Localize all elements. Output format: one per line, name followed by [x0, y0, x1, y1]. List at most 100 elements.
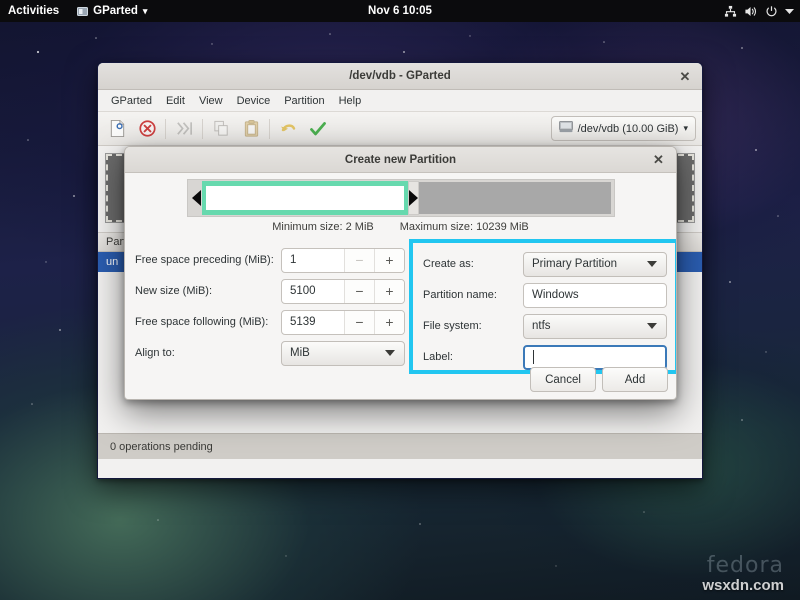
partition-options-highlight: Create as: Primary Partition Partition n…: [409, 239, 676, 374]
toolbar-separator: [269, 118, 270, 139]
fedora-watermark: fedora: [706, 553, 784, 578]
free-space-following-input[interactable]: 5139: [282, 311, 344, 334]
toolbar-separator: [165, 118, 166, 139]
field-label: Create as:: [423, 258, 474, 270]
size-limits: Minimum size: 2 MiB Maximum size: 10239 …: [125, 221, 676, 233]
chevron-down-icon: [647, 323, 657, 329]
field-file-system: File system: ntfs: [423, 311, 667, 341]
new-size-stepper[interactable]: 5100 − +: [281, 278, 405, 304]
cancel-button[interactable]: Cancel: [530, 367, 596, 392]
create-as-value: Primary Partition: [532, 258, 617, 270]
chevron-down-icon: ▾: [683, 123, 688, 133]
add-button[interactable]: Add: [602, 367, 668, 392]
apply-icon[interactable]: [303, 115, 333, 143]
network-wired-icon[interactable]: [724, 5, 737, 18]
menu-device[interactable]: Device: [230, 93, 278, 109]
free-space-preceding-stepper[interactable]: 1 − +: [281, 247, 405, 273]
top-bar-status-area[interactable]: [724, 0, 794, 22]
table-cell-partition: un: [106, 256, 119, 268]
close-icon[interactable]: ✕: [677, 68, 693, 84]
free-space-preceding-input[interactable]: 1: [282, 249, 344, 272]
text-caret: [533, 350, 534, 364]
device-selector-value: /dev/vdb (10.00 GiB): [577, 122, 679, 135]
app-menu-button[interactable]: GParted ▾: [69, 5, 155, 17]
power-icon[interactable]: [765, 5, 778, 18]
file-system-value: ntfs: [532, 320, 551, 332]
field-label: Free space preceding (MiB):: [135, 254, 274, 266]
dialog-actions: Cancel Add: [530, 367, 668, 392]
create-as-select[interactable]: Primary Partition: [523, 251, 667, 277]
main-window-title: /dev/vdb - GParted: [349, 70, 451, 82]
statusbar-text: 0 operations pending: [110, 440, 213, 453]
maximum-size-label: Maximum size: 10239 MiB: [399, 221, 529, 233]
slider-handle-right[interactable]: [408, 181, 419, 215]
paste-icon: [236, 115, 266, 143]
gnome-top-bar: Activities GParted ▾ Nov 6 10:05: [0, 0, 800, 22]
field-label: Free space following (MiB):: [135, 316, 269, 328]
chevron-down-icon: [385, 350, 395, 356]
dialog-title: Create new Partition: [344, 153, 457, 166]
volume-icon[interactable]: [744, 5, 758, 18]
close-icon[interactable]: ✕: [651, 152, 666, 167]
decrement-button[interactable]: −: [344, 279, 374, 303]
decrement-button[interactable]: −: [344, 310, 374, 334]
app-menu-label: GParted: [93, 5, 138, 17]
resize-move-icon: [169, 115, 199, 143]
partition-name-value: Windows: [532, 289, 579, 301]
file-system-select[interactable]: ntfs: [523, 313, 667, 339]
free-space-following-stepper[interactable]: 5139 − +: [281, 309, 405, 335]
partition-options-column: Create as: Primary Partition Partition n…: [423, 249, 667, 373]
unallocated-region: [409, 182, 611, 214]
increment-button[interactable]: +: [374, 279, 404, 303]
chevron-down-icon: ▾: [142, 5, 148, 16]
decrement-button: −: [344, 248, 374, 272]
new-partition-region[interactable]: [201, 181, 409, 215]
menubar: GParted Edit View Device Partition Help: [98, 90, 702, 112]
align-to-select[interactable]: MiB: [281, 340, 405, 366]
field-free-space-preceding: Free space preceding (MiB): 1 − +: [135, 245, 415, 275]
activities-button[interactable]: Activities: [0, 5, 69, 17]
toolbar-separator: [202, 118, 203, 139]
increment-button[interactable]: +: [374, 248, 404, 272]
copy-icon: [206, 115, 236, 143]
menu-view[interactable]: View: [192, 93, 230, 109]
label-input[interactable]: [523, 344, 667, 370]
size-options-column: Free space preceding (MiB): 1 − + New si…: [135, 245, 415, 369]
statusbar: 0 operations pending: [98, 433, 702, 459]
align-to-value: MiB: [290, 347, 310, 359]
partition-name-input[interactable]: Windows: [523, 282, 667, 308]
field-new-size: New size (MiB): 5100 − +: [135, 276, 415, 306]
chevron-down-icon: [647, 261, 657, 267]
top-bar-left: Activities GParted ▾: [0, 5, 155, 17]
dialog-titlebar: Create new Partition ✕: [125, 147, 676, 173]
chevron-down-icon[interactable]: [785, 8, 794, 15]
slider-handle-left[interactable]: [191, 181, 202, 215]
main-window-titlebar: /dev/vdb - GParted ✕: [98, 63, 702, 90]
increment-button[interactable]: +: [374, 310, 404, 334]
new-partition-icon[interactable]: [102, 115, 132, 143]
gparted-app-icon: [77, 6, 89, 17]
field-label: File system:: [423, 320, 482, 332]
site-watermark: wsxdn.com: [702, 577, 784, 594]
field-align-to: Align to: MiB: [135, 338, 415, 368]
toolbar: /dev/vdb (10.00 GiB) ▾: [98, 112, 702, 146]
triangle-right-icon: [409, 190, 418, 206]
field-label: Align to:: [135, 347, 175, 359]
device-selector[interactable]: /dev/vdb (10.00 GiB) ▾: [550, 116, 696, 141]
partition-size-slider[interactable]: [187, 179, 615, 217]
harddisk-icon: [558, 121, 573, 136]
field-create-as: Create as: Primary Partition: [423, 249, 667, 279]
field-label: Partition name:: [423, 289, 497, 301]
desktop: Activities GParted ▾ Nov 6 10:05 /dev/vd…: [0, 0, 800, 600]
menu-help[interactable]: Help: [332, 93, 369, 109]
minimum-size-label: Minimum size: 2 MiB: [272, 221, 374, 233]
triangle-left-icon: [192, 190, 201, 206]
field-partition-name: Partition name: Windows: [423, 280, 667, 310]
create-new-partition-dialog: Create new Partition ✕ Minimum size: 2 M…: [124, 146, 677, 400]
menu-partition[interactable]: Partition: [277, 93, 331, 109]
delete-partition-icon[interactable]: [132, 115, 162, 143]
menu-edit[interactable]: Edit: [159, 93, 192, 109]
undo-icon[interactable]: [273, 115, 303, 143]
menu-gparted[interactable]: GParted: [104, 93, 159, 109]
new-size-input[interactable]: 5100: [282, 280, 344, 303]
